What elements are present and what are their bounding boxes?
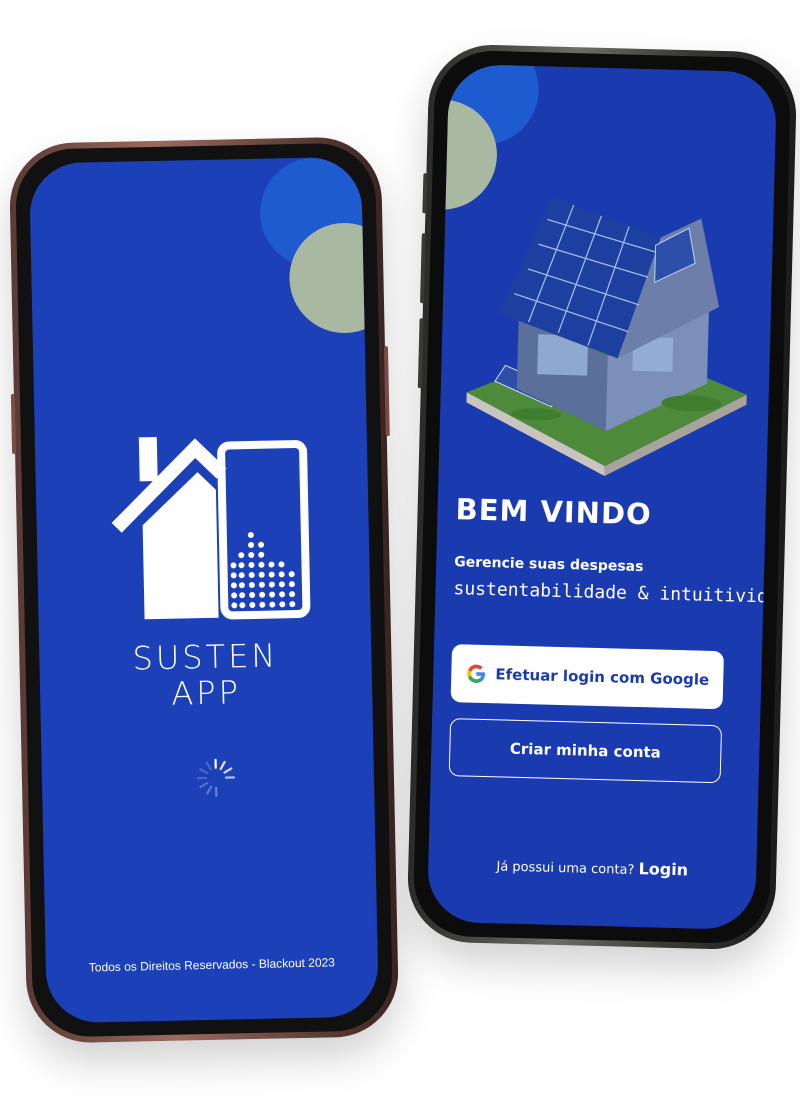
welcome-subtitle: Gerencie suas despesas [454, 554, 644, 576]
google-icon [467, 664, 486, 683]
spinner-icon [196, 758, 236, 797]
mute-switch [422, 173, 428, 214]
login-prompt-text: Já possui uma conta? [496, 859, 635, 878]
welcome-bezel: BEM VINDO Gerencie suas despesas sustent… [412, 49, 792, 945]
volume-down-button [417, 318, 424, 389]
house-battery-icon [111, 436, 311, 620]
susten-app-logo [109, 426, 313, 630]
volume-up-button [420, 233, 426, 304]
volume-button [10, 393, 17, 454]
copyright-footer: Todos os Direitos Reservados - Blackout … [88, 955, 336, 975]
create-account-button[interactable]: Criar minha conta [448, 718, 723, 784]
splash-phone-frame: SUSTEN APP Todos os Direitos Reservados … [8, 136, 400, 1044]
google-login-button[interactable]: Efetuar login com Google [450, 644, 725, 710]
power-button [383, 346, 390, 437]
welcome-screen: BEM VINDO Gerencie suas despesas sustent… [426, 63, 778, 931]
create-account-label: Criar minha conta [509, 739, 662, 762]
splash-bezel: SUSTEN APP Todos os Direitos Reservados … [14, 142, 394, 1038]
welcome-phone-frame: BEM VINDO Gerencie suas despesas sustent… [406, 43, 798, 951]
google-login-label: Efetuar login com Google [495, 665, 710, 689]
login-prompt-line: Já possui uma conta? Login [428, 854, 756, 882]
login-link[interactable]: Login [638, 859, 688, 879]
brand-name-line2: APP [171, 673, 242, 713]
welcome-tagline: sustentabilidade & intuitividade [453, 578, 778, 609]
solar-house-image [466, 196, 747, 477]
splash-screen: SUSTEN APP Todos os Direitos Reservados … [29, 156, 379, 1024]
welcome-title: BEM VINDO [455, 492, 653, 532]
